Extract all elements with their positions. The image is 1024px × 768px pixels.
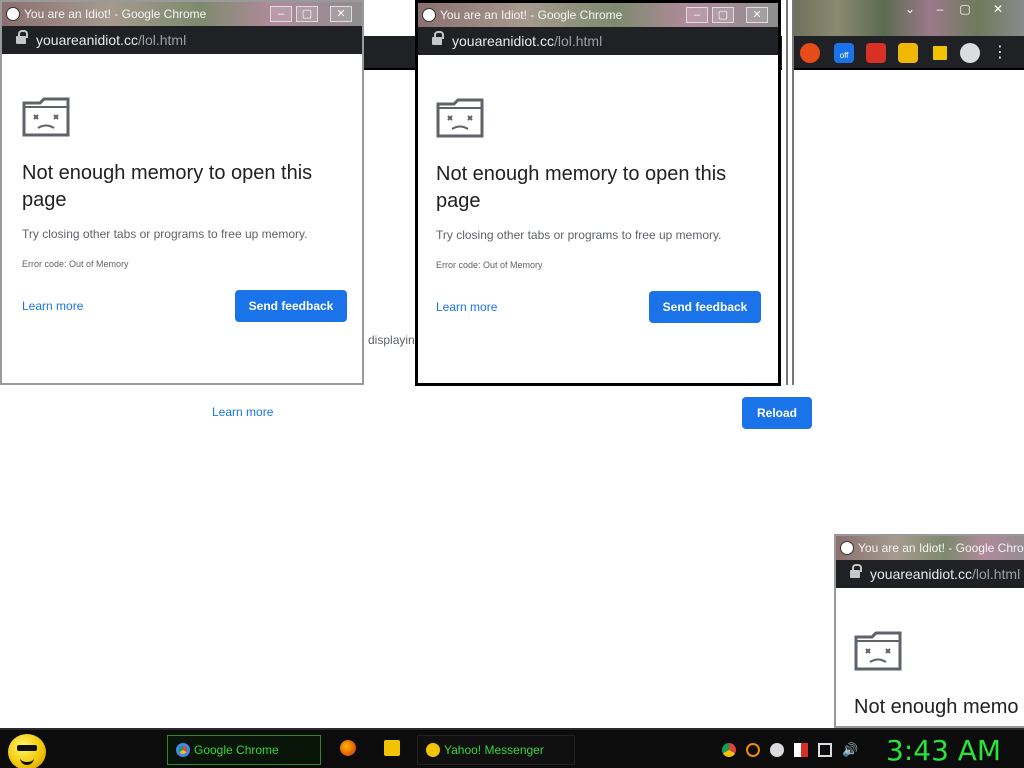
background-window-titlebar: ⌄ – ▢ ✕	[790, 0, 1024, 36]
extension-icon[interactable]	[800, 43, 820, 63]
lock-icon	[850, 564, 862, 579]
error-heading: Not enough memory to open this page	[22, 162, 313, 211]
error-description: Try closing other tabs or programs to fr…	[22, 227, 308, 241]
window-title: You are an Idiot! - Google Chrome	[24, 7, 207, 21]
extension-badge-icon[interactable]: off	[834, 43, 854, 63]
chrome-icon[interactable]	[722, 743, 736, 757]
url-host: youareanidiot.cc	[36, 32, 138, 48]
maximize-button[interactable]: ▢	[712, 7, 734, 23]
error-heading: Not enough memory to open this page	[436, 163, 727, 212]
profile-avatar-icon[interactable]	[960, 43, 980, 63]
sad-folder-icon	[854, 631, 902, 671]
error-code: Error code: Out of Memory	[436, 260, 543, 270]
window-title: You are an Idiot! - Google Chrome	[440, 8, 623, 22]
sad-folder-icon	[436, 98, 484, 138]
chevron-down-icon[interactable]: ⌄	[900, 2, 920, 16]
background-learn-more-link[interactable]: Learn more	[212, 405, 273, 419]
address-bar[interactable]: youareanidiot.cc/lol.html	[836, 560, 1024, 588]
maximize-icon[interactable]: ▢	[955, 2, 975, 16]
learn-more-link[interactable]: Learn more	[22, 299, 83, 313]
messenger-icon[interactable]	[770, 743, 784, 757]
stacked-window-edge	[782, 0, 788, 385]
sidebar-icon[interactable]	[930, 43, 950, 63]
lock-icon	[432, 31, 444, 46]
learn-more-link[interactable]: Learn more	[436, 300, 497, 314]
window-titlebar[interactable]: You are an Idiot! - Google Chrome – ▢ ✕	[2, 2, 362, 26]
popup-window: You are an Idiot! - Google Chro youarean…	[834, 534, 1024, 728]
url-path: /lol.html	[553, 33, 603, 49]
more-menu-icon[interactable]: ⋮	[990, 43, 1010, 63]
flag-icon[interactable]	[794, 743, 808, 757]
minimize-icon[interactable]: –	[930, 2, 950, 16]
firefox-icon[interactable]	[340, 740, 356, 756]
network-icon[interactable]	[818, 743, 832, 757]
url-host: youareanidiot.cc	[870, 566, 972, 582]
taskbar-clock[interactable]: 3:43 AM	[886, 734, 1001, 767]
taskbar-button-yahoo-messenger[interactable]: Yahoo! Messenger	[417, 735, 575, 765]
window-titlebar[interactable]: You are an Idiot! - Google Chro	[836, 536, 1024, 560]
address-bar[interactable]: youareanidiot.cc/lol.html	[418, 27, 778, 55]
smiley-icon	[6, 7, 20, 21]
reload-button[interactable]: Reload	[742, 397, 812, 429]
extension-icon[interactable]	[866, 43, 886, 63]
search-icon[interactable]	[746, 743, 760, 757]
close-icon[interactable]: ✕	[988, 2, 1008, 16]
taskbar-button-label: Yahoo! Messenger	[444, 743, 544, 757]
popup-window: You are an Idiot! - Google Chrome – ▢ ✕ …	[0, 0, 364, 385]
maximize-button[interactable]: ▢	[296, 6, 318, 22]
url-path: /lol.html	[137, 32, 187, 48]
puzzle-icon[interactable]	[898, 43, 918, 63]
send-feedback-button[interactable]: Send feedback	[235, 290, 347, 322]
taskbar-button-label: Google Chrome	[194, 743, 279, 757]
url-path: /lol.html	[971, 566, 1021, 582]
close-button[interactable]: ✕	[330, 6, 352, 22]
smiley-icon	[422, 8, 436, 22]
folder-icon[interactable]	[384, 740, 400, 756]
background-page-text: e displayin	[358, 333, 415, 347]
chrome-icon	[176, 743, 190, 757]
url-host: youareanidiot.cc	[452, 33, 554, 49]
sad-folder-icon	[22, 97, 70, 137]
smiley-icon	[840, 541, 854, 555]
error-description: Try closing other tabs or programs to fr…	[436, 228, 722, 242]
send-feedback-button[interactable]: Send feedback	[649, 291, 761, 323]
window-titlebar[interactable]: You are an Idiot! - Google Chrome – ▢ ✕	[418, 3, 778, 27]
address-bar[interactable]: youareanidiot.cc/lol.html	[2, 26, 362, 54]
start-button-smiley-icon[interactable]	[8, 734, 46, 768]
yahoo-messenger-icon	[426, 743, 440, 757]
error-heading: Not enough memo	[854, 696, 1019, 718]
volume-icon[interactable]: 🔊	[842, 743, 858, 757]
window-title: You are an Idiot! - Google Chro	[858, 541, 1024, 555]
close-button[interactable]: ✕	[746, 7, 768, 23]
lock-icon	[16, 30, 28, 45]
taskbar: Google Chrome Yahoo! Messenger 🔊 3:43 AM	[0, 728, 1024, 768]
error-code: Error code: Out of Memory	[22, 259, 129, 269]
popup-window-active: You are an Idiot! - Google Chrome – ▢ ✕ …	[415, 0, 781, 386]
minimize-button[interactable]: –	[270, 6, 292, 22]
taskbar-button-google-chrome[interactable]: Google Chrome	[167, 735, 321, 765]
minimize-button[interactable]: –	[686, 7, 708, 23]
